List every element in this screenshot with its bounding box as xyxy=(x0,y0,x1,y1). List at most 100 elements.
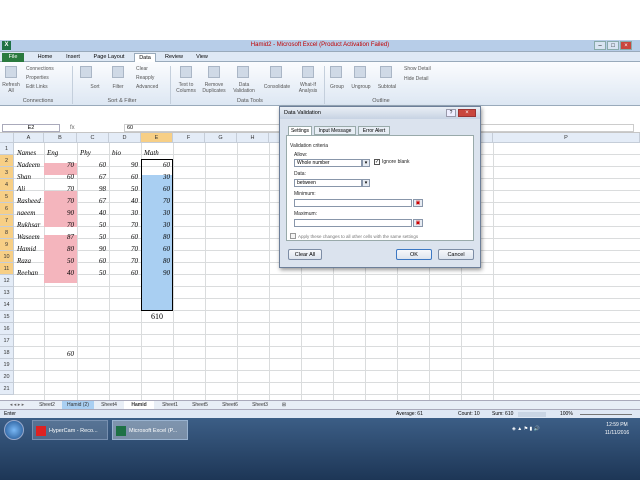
remove-duplicates-button[interactable]: Remove Duplicates xyxy=(200,82,228,94)
tab-review[interactable]: Review xyxy=(162,53,186,62)
tab-data[interactable]: Data xyxy=(134,53,156,62)
score-cell[interactable]: 30 xyxy=(141,219,173,231)
sheet-tab[interactable]: Sheet3 xyxy=(246,401,274,409)
tab-settings[interactable]: Settings xyxy=(288,126,312,135)
score-cell[interactable]: 90 xyxy=(141,267,173,279)
reapply-button[interactable]: Reapply xyxy=(136,75,166,81)
tab-home[interactable]: Home xyxy=(34,53,56,62)
close-icon[interactable]: × xyxy=(620,41,632,50)
hide-detail-button[interactable]: Hide Detail xyxy=(404,76,444,82)
name-cell[interactable]: Reehan xyxy=(14,267,44,279)
row-header[interactable]: 14 xyxy=(0,299,14,311)
row-header[interactable]: 3 xyxy=(0,167,14,179)
chevron-down-icon[interactable]: ▾ xyxy=(362,159,370,167)
score-cell[interactable]: 40 xyxy=(44,267,77,279)
score-cell[interactable]: 50 xyxy=(109,183,141,195)
column-header[interactable]: B xyxy=(44,133,77,143)
score-cell[interactable]: 90 xyxy=(77,243,109,255)
score-cell[interactable]: 60 xyxy=(77,255,109,267)
score-cell[interactable]: 67 xyxy=(77,195,109,207)
score-cell[interactable]: 30 xyxy=(141,207,173,219)
name-cell[interactable]: Ali xyxy=(14,183,44,195)
row-header[interactable]: 4 xyxy=(0,179,14,191)
row-header[interactable]: 13 xyxy=(0,287,14,299)
score-cell[interactable]: 70 xyxy=(44,183,77,195)
score-cell[interactable]: 50 xyxy=(77,267,109,279)
score-cell[interactable]: 40 xyxy=(109,195,141,207)
refresh-all-button[interactable]: Refresh All xyxy=(0,82,22,94)
ok-button[interactable]: OK xyxy=(396,249,432,260)
select-all-corner[interactable] xyxy=(0,133,14,143)
show-detail-button[interactable]: Show Detail xyxy=(404,66,444,72)
score-cell[interactable]: 80 xyxy=(141,231,173,243)
row-header[interactable]: 11 xyxy=(0,263,14,275)
maximize-icon[interactable]: □ xyxy=(607,41,619,50)
score-cell[interactable]: 50 xyxy=(77,231,109,243)
column-header[interactable]: E xyxy=(141,133,173,143)
header-cell-eng[interactable]: Eng xyxy=(44,147,77,159)
column-header[interactable]: P xyxy=(493,133,640,143)
advanced-button[interactable]: Advanced xyxy=(136,84,166,90)
tab-input-message[interactable]: Input Message xyxy=(314,126,356,135)
subtotal-button[interactable]: Subtotal xyxy=(374,84,400,90)
row-header[interactable]: 15 xyxy=(0,311,14,323)
view-buttons[interactable] xyxy=(518,412,546,417)
sheet-tab-active[interactable]: Hamid xyxy=(124,401,154,409)
allow-select[interactable]: Whole number xyxy=(294,159,362,167)
row-header[interactable]: 9 xyxy=(0,239,14,251)
data-select[interactable]: between xyxy=(294,179,362,187)
row-header[interactable]: 12 xyxy=(0,275,14,287)
row-header[interactable]: 16 xyxy=(0,323,14,335)
score-cell[interactable]: 67 xyxy=(77,171,109,183)
sheet-tab[interactable]: Hamid (2) xyxy=(62,401,94,409)
tab-insert[interactable]: Insert xyxy=(62,53,84,62)
score-cell[interactable]: 70 xyxy=(141,195,173,207)
zoom-slider[interactable] xyxy=(580,414,632,415)
filter-button[interactable]: Filter xyxy=(108,84,128,90)
sheet-nav-icon[interactable]: ◂ ◂ ▸ ▸ xyxy=(4,401,30,409)
score-cell[interactable]: 60 xyxy=(141,243,173,255)
name-cell[interactable]: Waseem xyxy=(14,231,44,243)
header-cell-names[interactable]: Names xyxy=(14,147,44,159)
row-header[interactable]: 5 xyxy=(0,191,14,203)
name-cell[interactable]: Shan xyxy=(14,171,44,183)
tab-view[interactable]: View xyxy=(192,53,212,62)
sheet-tab[interactable]: Sheet1 xyxy=(156,401,184,409)
clear-all-button[interactable]: Clear All xyxy=(288,249,322,260)
score-cell[interactable]: 30 xyxy=(109,207,141,219)
name-cell[interactable]: naeem xyxy=(14,207,44,219)
consolidate-button[interactable]: Consolidate xyxy=(260,84,294,90)
score-cell[interactable]: 60 xyxy=(44,171,77,183)
score-cell[interactable]: 80 xyxy=(44,243,77,255)
group-button[interactable]: Group xyxy=(326,84,348,90)
column-header[interactable]: F xyxy=(173,133,205,143)
column-header[interactable]: C xyxy=(77,133,109,143)
tray-icons[interactable]: ◈ ▲ ⚑ ▮ 🔊 xyxy=(512,426,582,432)
what-if-analysis-button[interactable]: What-If Analysis xyxy=(294,82,322,94)
score-cell[interactable]: 90 xyxy=(109,159,141,171)
apply-all-checkbox[interactable] xyxy=(290,233,296,239)
row-header[interactable]: 18 xyxy=(0,347,14,359)
score-cell[interactable]: 70 xyxy=(109,255,141,267)
row-header[interactable]: 10 xyxy=(0,251,14,263)
score-cell[interactable]: 70 xyxy=(109,219,141,231)
name-cell[interactable]: Rasheed xyxy=(14,195,44,207)
row-header[interactable]: 17 xyxy=(0,335,14,347)
score-cell[interactable]: 70 xyxy=(44,195,77,207)
score-cell[interactable]: 50 xyxy=(77,219,109,231)
minimum-input[interactable] xyxy=(294,199,412,207)
range-select-icon[interactable]: ▣ xyxy=(413,219,423,227)
score-cell[interactable]: 60 xyxy=(109,171,141,183)
clear-button[interactable]: Clear xyxy=(136,66,166,72)
edit-links-button[interactable]: Edit Links xyxy=(26,84,68,90)
taskbar-item-hypercam[interactable]: HyperCam - Reco... xyxy=(32,420,108,440)
row-header[interactable]: 7 xyxy=(0,215,14,227)
row-header[interactable]: 1 xyxy=(0,143,14,155)
range-select-icon[interactable]: ▣ xyxy=(413,199,423,207)
cancel-button[interactable]: Cancel xyxy=(438,249,474,260)
connections-button[interactable]: Connections xyxy=(26,66,68,72)
score-cell[interactable]: 70 xyxy=(109,243,141,255)
score-cell[interactable]: 60 xyxy=(141,183,173,195)
cell-b14[interactable]: 60 xyxy=(44,348,77,360)
row-header[interactable]: 8 xyxy=(0,227,14,239)
